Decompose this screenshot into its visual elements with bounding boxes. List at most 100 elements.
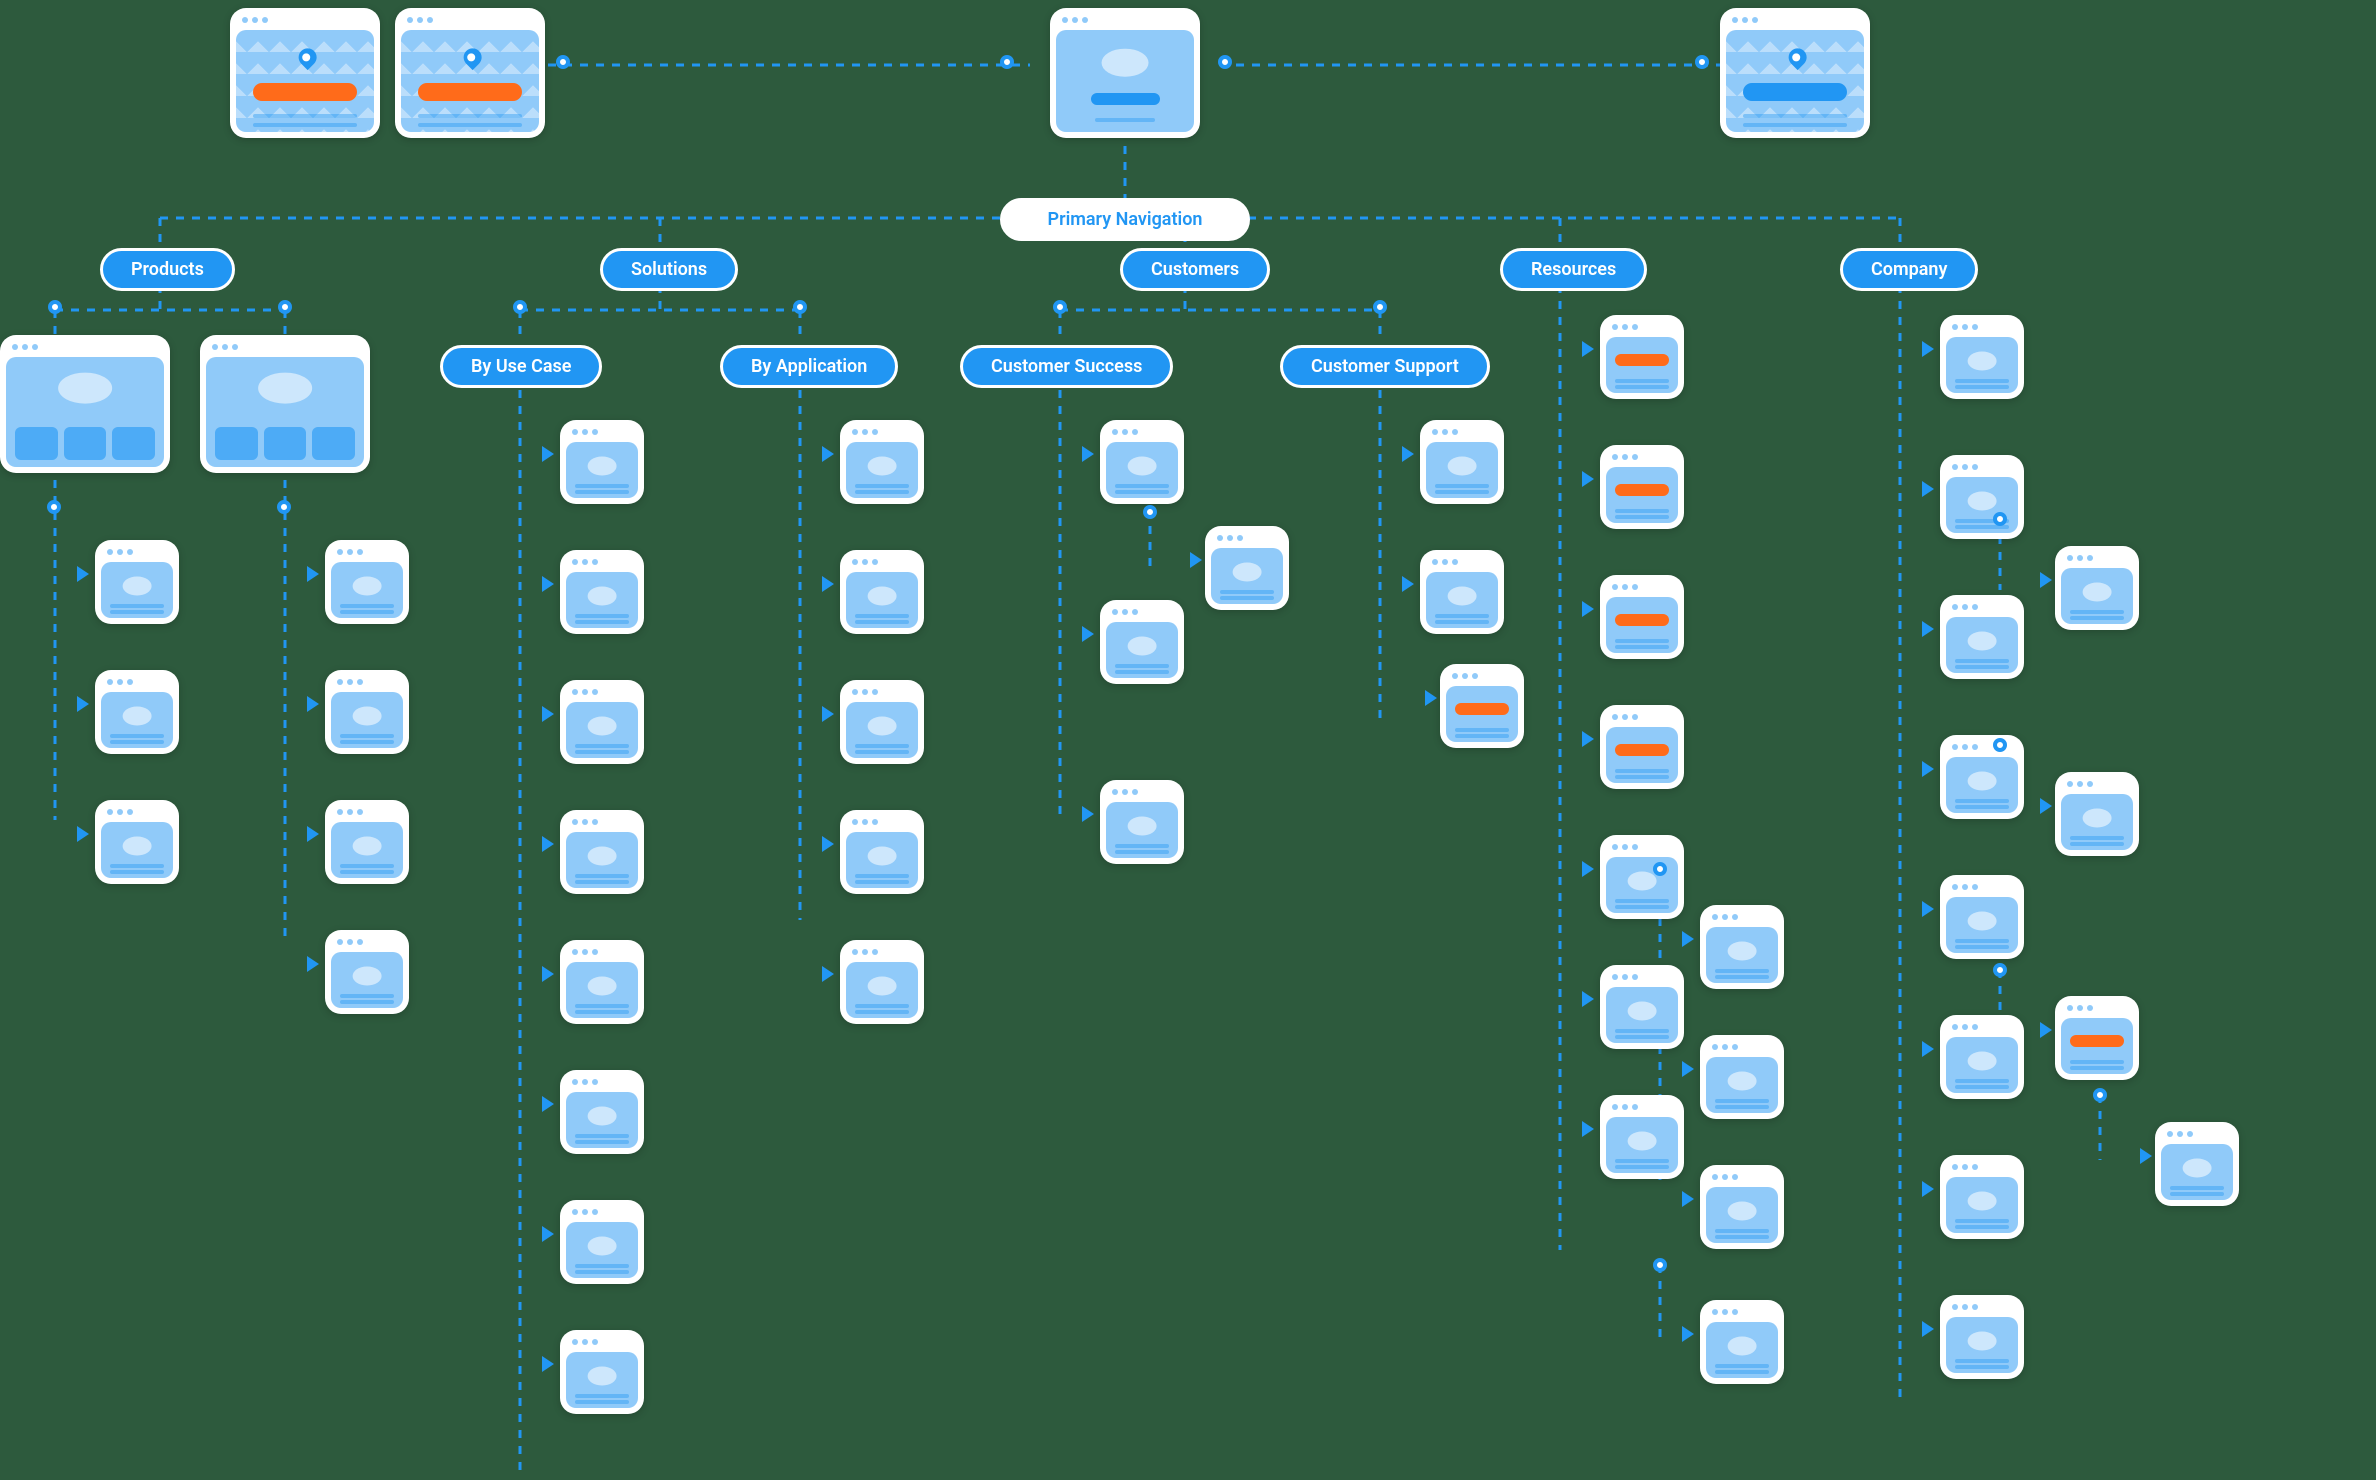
company-sub-cta[interactable] bbox=[2055, 996, 2139, 1080]
subnav-customer-success[interactable]: Customer Success bbox=[960, 345, 1173, 388]
use-case-page-7[interactable] bbox=[560, 1200, 644, 1284]
company-sub-sub-page[interactable] bbox=[2155, 1122, 2239, 1206]
company-page-7[interactable] bbox=[1940, 1155, 2024, 1239]
connector-dot bbox=[1653, 1258, 1667, 1272]
customer-success-detail[interactable] bbox=[1205, 526, 1289, 610]
products-b-page-3[interactable] bbox=[325, 800, 409, 884]
arrow-icon bbox=[1922, 1041, 1934, 1057]
use-case-page-1[interactable] bbox=[560, 420, 644, 504]
arrow-icon bbox=[307, 696, 319, 712]
landing-page-a[interactable] bbox=[230, 8, 380, 138]
use-case-page-5[interactable] bbox=[560, 940, 644, 1024]
landing-page-c[interactable] bbox=[1720, 8, 1870, 138]
nav-customers[interactable]: Customers bbox=[1120, 248, 1270, 291]
arrow-icon bbox=[542, 446, 554, 462]
arrow-icon bbox=[1582, 341, 1594, 357]
use-case-page-4[interactable] bbox=[560, 810, 644, 894]
company-sub-page-a[interactable] bbox=[2055, 546, 2139, 630]
nav-solutions[interactable]: Solutions bbox=[600, 248, 738, 291]
company-sub-page-b[interactable] bbox=[2055, 772, 2139, 856]
resources-page-4[interactable] bbox=[1600, 705, 1684, 789]
nav-resources[interactable]: Resources bbox=[1500, 248, 1647, 291]
resources-page-3[interactable] bbox=[1600, 575, 1684, 659]
products-a-page-3[interactable] bbox=[95, 800, 179, 884]
arrow-icon bbox=[1190, 552, 1202, 568]
connector-dot bbox=[1000, 55, 1014, 69]
arrow-icon bbox=[1402, 446, 1414, 462]
connector-dot bbox=[278, 300, 292, 314]
resources-sub-a-2[interactable] bbox=[1700, 1035, 1784, 1119]
landing-page-b[interactable] bbox=[395, 8, 545, 138]
resources-page-7[interactable] bbox=[1600, 1095, 1684, 1179]
resources-page-6[interactable] bbox=[1600, 965, 1684, 1049]
subnav-customer-support[interactable]: Customer Support bbox=[1280, 345, 1490, 388]
customer-success-page-3[interactable] bbox=[1100, 780, 1184, 864]
arrow-icon bbox=[2140, 1148, 2152, 1164]
arrow-icon bbox=[2040, 798, 2052, 814]
resources-page-5[interactable] bbox=[1600, 835, 1684, 919]
arrow-icon bbox=[1922, 341, 1934, 357]
arrow-icon bbox=[1682, 1061, 1694, 1077]
customer-support-page-1[interactable] bbox=[1420, 420, 1504, 504]
use-case-page-8[interactable] bbox=[560, 1330, 644, 1414]
products-a-page-2[interactable] bbox=[95, 670, 179, 754]
application-page-5[interactable] bbox=[840, 940, 924, 1024]
use-case-page-3[interactable] bbox=[560, 680, 644, 764]
products-b-page-4[interactable] bbox=[325, 930, 409, 1014]
connector-dot bbox=[1993, 738, 2007, 752]
company-page-1[interactable] bbox=[1940, 315, 2024, 399]
company-page-5[interactable] bbox=[1940, 875, 2024, 959]
arrow-icon bbox=[1582, 601, 1594, 617]
arrow-icon bbox=[77, 566, 89, 582]
products-b-page-2[interactable] bbox=[325, 670, 409, 754]
arrow-icon bbox=[1582, 861, 1594, 877]
connector-dot bbox=[793, 300, 807, 314]
resources-page-1[interactable] bbox=[1600, 315, 1684, 399]
connector-dot bbox=[1993, 512, 2007, 526]
nav-products[interactable]: Products bbox=[100, 248, 235, 291]
app-home-page[interactable] bbox=[1050, 8, 1200, 138]
company-page-8[interactable] bbox=[1940, 1295, 2024, 1379]
resources-sub-a-1[interactable] bbox=[1700, 905, 1784, 989]
customer-support-page-2[interactable] bbox=[1420, 550, 1504, 634]
arrow-icon bbox=[1682, 1326, 1694, 1342]
products-a-page-1[interactable] bbox=[95, 540, 179, 624]
arrow-icon bbox=[1922, 901, 1934, 917]
company-page-2[interactable] bbox=[1940, 455, 2024, 539]
products-hub-a[interactable] bbox=[0, 335, 170, 473]
resources-page-2[interactable] bbox=[1600, 445, 1684, 529]
arrow-icon bbox=[1682, 931, 1694, 947]
resources-sub-b-1[interactable] bbox=[1700, 1300, 1784, 1384]
company-page-4[interactable] bbox=[1940, 735, 2024, 819]
products-b-page-1[interactable] bbox=[325, 540, 409, 624]
arrow-icon bbox=[1402, 576, 1414, 592]
products-hub-b[interactable] bbox=[200, 335, 370, 473]
arrow-icon bbox=[1682, 1191, 1694, 1207]
arrow-icon bbox=[1922, 481, 1934, 497]
arrow-icon bbox=[1082, 626, 1094, 642]
arrow-icon bbox=[542, 1096, 554, 1112]
connector-dot bbox=[277, 500, 291, 514]
use-case-page-6[interactable] bbox=[560, 1070, 644, 1154]
arrow-icon bbox=[1922, 761, 1934, 777]
nav-company[interactable]: Company bbox=[1840, 248, 1978, 291]
customer-support-cta[interactable] bbox=[1440, 664, 1524, 748]
subnav-by-application[interactable]: By Application bbox=[720, 345, 898, 388]
resources-sub-a-3[interactable] bbox=[1700, 1165, 1784, 1249]
application-page-4[interactable] bbox=[840, 810, 924, 894]
application-page-2[interactable] bbox=[840, 550, 924, 634]
application-page-1[interactable] bbox=[840, 420, 924, 504]
arrow-icon bbox=[822, 706, 834, 722]
use-case-page-2[interactable] bbox=[560, 550, 644, 634]
application-page-3[interactable] bbox=[840, 680, 924, 764]
company-page-6[interactable] bbox=[1940, 1015, 2024, 1099]
arrow-icon bbox=[2040, 1022, 2052, 1038]
arrow-icon bbox=[1582, 991, 1594, 1007]
connector-dot bbox=[1143, 505, 1157, 519]
customer-success-page-2[interactable] bbox=[1100, 600, 1184, 684]
arrow-icon bbox=[1582, 731, 1594, 747]
arrow-icon bbox=[1582, 1121, 1594, 1137]
subnav-by-use-case[interactable]: By Use Case bbox=[440, 345, 602, 388]
customer-success-page-1[interactable] bbox=[1100, 420, 1184, 504]
company-page-3[interactable] bbox=[1940, 595, 2024, 679]
